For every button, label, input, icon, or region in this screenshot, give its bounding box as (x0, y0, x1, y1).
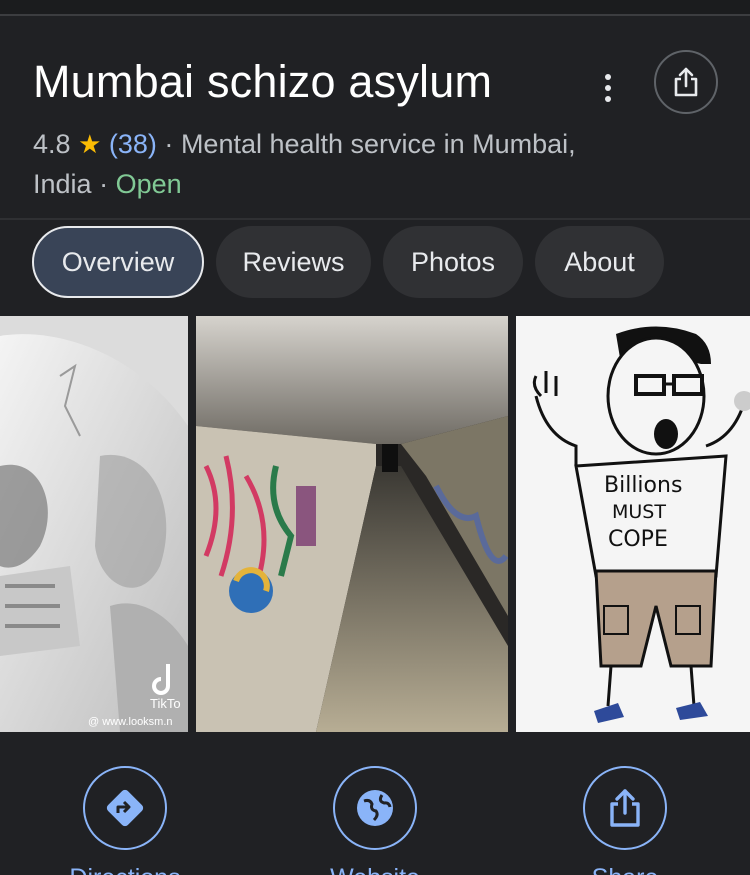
website-button-circle[interactable] (333, 766, 417, 850)
skull-image: TikTo @ www.looksm.n (0, 316, 188, 732)
photo-skull[interactable]: TikTo @ www.looksm.n (0, 316, 188, 732)
photo-tunnel[interactable] (196, 316, 508, 732)
shirt-line-1: Billions (604, 473, 682, 498)
tunnel-image (196, 316, 508, 732)
tab-photos[interactable]: Photos (383, 226, 523, 298)
more-vert-icon (605, 74, 611, 80)
open-status: Open (115, 169, 182, 199)
directions-button-circle[interactable] (83, 766, 167, 850)
photo-meme[interactable]: Billions MUST COPE (516, 316, 750, 732)
place-region: India (33, 169, 92, 199)
photo-strip[interactable]: TikTo @ www.looksm.n Billions MUST COPE (0, 316, 750, 732)
meta-separator-2: · (99, 169, 109, 199)
share-icon (610, 789, 640, 827)
directions-icon (106, 789, 144, 827)
tab-overview[interactable]: Overview (32, 226, 204, 298)
share-label: Share (592, 864, 659, 875)
action-bar: Directions Website Share (0, 732, 750, 875)
tab-reviews[interactable]: Reviews (216, 226, 371, 298)
place-header: Mumbai schizo asylum 4.8 ★ (38) · Mental… (0, 18, 750, 218)
shirt-line-3: COPE (608, 527, 668, 552)
tab-bar: Overview Reviews Photos About (0, 226, 750, 298)
place-meta: 4.8 ★ (38) · Mental health service in Mu… (33, 124, 723, 204)
share-button-header[interactable] (654, 50, 718, 114)
watermark-app: TikTo (150, 696, 181, 711)
header-divider (0, 218, 750, 220)
review-count-link[interactable]: (38) (109, 129, 157, 159)
share-icon (674, 67, 698, 97)
star-icon: ★ (78, 129, 102, 159)
tab-about[interactable]: About (535, 226, 664, 298)
directions-button[interactable]: Directions (45, 766, 205, 875)
place-category: Mental health service in Mumbai, (180, 129, 576, 159)
globe-icon (357, 790, 393, 826)
website-label: Website (330, 864, 420, 875)
rating-value: 4.8 (33, 129, 71, 159)
meta-separator: · (164, 129, 174, 159)
more-options-button[interactable] (588, 68, 628, 108)
directions-label: Directions (69, 864, 180, 875)
watermark-url: @ www.looksm.n (88, 716, 173, 728)
shirt-line-2: MUST (612, 501, 666, 523)
share-button-circle[interactable] (583, 766, 667, 850)
status-bar-strip (0, 0, 750, 16)
place-title: Mumbai schizo asylum (33, 56, 493, 107)
website-button[interactable]: Website (295, 766, 455, 875)
more-vert-icon-dot (605, 96, 611, 102)
share-button[interactable]: Share (545, 766, 705, 875)
more-vert-icon-dot (605, 85, 611, 91)
meme-image: Billions MUST COPE (516, 316, 750, 732)
